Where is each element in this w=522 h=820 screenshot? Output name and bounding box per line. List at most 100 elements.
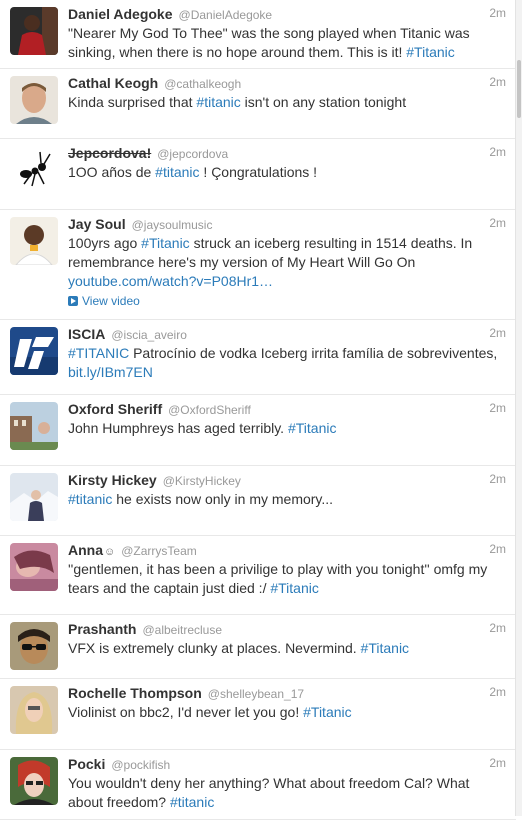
display-name[interactable]: Rochelle Thompson bbox=[68, 685, 202, 701]
tweet[interactable]: Pocki @pockifish 2m You wouldn't deny her… bbox=[0, 750, 516, 820]
view-video-label: View video bbox=[82, 294, 140, 308]
tweet-text: Kinda surprised that #titanic isn't on a… bbox=[68, 93, 506, 112]
hashtag-link[interactable]: #titanic bbox=[68, 491, 112, 507]
url-link[interactable]: bit.ly/IBm7EN bbox=[68, 364, 153, 380]
hashtag-link[interactable]: #TITANIC bbox=[68, 345, 129, 361]
tweet-text: Violinist on bbc2, I'd never let you go!… bbox=[68, 703, 506, 722]
avatar[interactable] bbox=[10, 543, 58, 591]
text-segment: You wouldn't deny her anything? What abo… bbox=[68, 775, 470, 810]
avatar-photo-icon bbox=[10, 757, 58, 805]
scrollbar[interactable] bbox=[515, 0, 522, 816]
url-link[interactable]: youtube.com/watch?v=P08Hr1… bbox=[68, 273, 273, 289]
tweet-text: John Humphreys has aged terribly. #Titan… bbox=[68, 419, 506, 438]
handle[interactable]: @cathalkeogh bbox=[164, 77, 241, 91]
scrollbar-thumb[interactable] bbox=[517, 60, 521, 118]
text-segment: John Humphreys has aged terribly. bbox=[68, 420, 288, 436]
timestamp[interactable]: 2m bbox=[489, 685, 506, 699]
avatar[interactable] bbox=[10, 622, 58, 670]
display-name[interactable]: Oxford Sheriff bbox=[68, 401, 162, 417]
handle[interactable]: @ZarrysTeam bbox=[121, 544, 197, 558]
timeline: Daniel Adegoke @DanielAdegoke 2m "Nearer … bbox=[0, 0, 516, 820]
handle[interactable]: @OxfordSheriff bbox=[168, 403, 251, 417]
timestamp[interactable]: 2m bbox=[489, 756, 506, 770]
hashtag-link[interactable]: #Titanic bbox=[406, 44, 455, 60]
tweet[interactable]: Oxford Sheriff @OxfordSheriff 2m John Hum… bbox=[0, 395, 516, 466]
avatar-photo-icon bbox=[10, 402, 58, 450]
timestamp[interactable]: 2m bbox=[489, 326, 506, 340]
play-icon bbox=[68, 296, 78, 306]
display-name[interactable]: ISCIA bbox=[68, 326, 105, 342]
timestamp[interactable]: 2m bbox=[489, 472, 506, 486]
hashtag-link[interactable]: #Titanic bbox=[270, 580, 319, 596]
hashtag-link[interactable]: #Titanic bbox=[303, 704, 352, 720]
display-name[interactable]: Kirsty Hickey bbox=[68, 472, 157, 488]
timestamp[interactable]: 2m bbox=[489, 6, 506, 20]
tweet[interactable]: Anna☺ @ZarrysTeam 2m ''gentlemen, it has … bbox=[0, 536, 516, 615]
display-name[interactable]: Jepcordova! bbox=[68, 145, 151, 161]
avatar[interactable] bbox=[10, 402, 58, 450]
timestamp[interactable]: 2m bbox=[489, 621, 506, 635]
iscia-logo-icon bbox=[10, 327, 58, 375]
tweet-text: 100yrs ago #Titanic struck an iceberg re… bbox=[68, 234, 506, 291]
avatar-photo-icon bbox=[10, 217, 58, 265]
smiley-icon: ☺ bbox=[104, 546, 116, 558]
handle[interactable]: @shelleybean_17 bbox=[208, 687, 304, 701]
handle[interactable]: @KirstyHickey bbox=[163, 474, 241, 488]
handle[interactable]: @pockifish bbox=[111, 758, 170, 772]
avatar-photo-icon bbox=[10, 7, 58, 55]
timestamp[interactable]: 2m bbox=[489, 401, 506, 415]
text-segment: Kinda surprised that bbox=[68, 94, 197, 110]
text-segment: 100yrs ago bbox=[68, 235, 142, 251]
timestamp[interactable]: 2m bbox=[489, 145, 506, 159]
tweet-text: VFX is extremely clunky at places. Never… bbox=[68, 639, 506, 658]
avatar-photo-icon bbox=[10, 543, 58, 591]
text-segment: VFX is extremely clunky at places. Never… bbox=[68, 640, 361, 656]
text-segment: ! Çongratulations ! bbox=[199, 164, 318, 180]
avatar-photo-icon bbox=[10, 76, 58, 124]
hashtag-link[interactable]: #Titanic bbox=[288, 420, 337, 436]
tweet[interactable]: Daniel Adegoke @DanielAdegoke 2m "Nearer … bbox=[0, 0, 516, 69]
display-name[interactable]: Cathal Keogh bbox=[68, 75, 158, 91]
avatar[interactable] bbox=[10, 217, 58, 265]
avatar[interactable] bbox=[10, 473, 58, 521]
handle[interactable]: @jepcordova bbox=[157, 147, 228, 161]
avatar[interactable] bbox=[10, 7, 58, 55]
hashtag-link[interactable]: #Titanic bbox=[361, 640, 410, 656]
avatar[interactable] bbox=[10, 327, 58, 375]
handle[interactable]: @iscia_aveiro bbox=[111, 328, 187, 342]
tweet-text: #titanic he exists now only in my memory… bbox=[68, 490, 506, 509]
timestamp[interactable]: 2m bbox=[489, 216, 506, 230]
handle[interactable]: @albeitrecluse bbox=[142, 623, 222, 637]
tweet[interactable]: Cathal Keogh @cathalkeogh 2m Kinda surpri… bbox=[0, 69, 516, 139]
hashtag-link[interactable]: #titanic bbox=[170, 794, 214, 810]
handle[interactable]: @DanielAdegoke bbox=[179, 8, 273, 22]
avatar[interactable] bbox=[10, 757, 58, 805]
tweet[interactable]: Rochelle Thompson @shelleybean_17 2m Viol… bbox=[0, 679, 516, 750]
ant-icon bbox=[10, 146, 58, 194]
display-name[interactable]: Prashanth bbox=[68, 621, 136, 637]
avatar-photo-icon bbox=[10, 686, 58, 734]
tweet[interactable]: ISCIA @iscia_aveiro 2m #TITANIC Patrocíni… bbox=[0, 320, 516, 395]
display-name[interactable]: Anna bbox=[68, 542, 103, 558]
tweet-text: You wouldn't deny her anything? What abo… bbox=[68, 774, 506, 812]
tweet[interactable]: Jay Soul @jaysoulmusic 2m 100yrs ago #Tit… bbox=[0, 210, 516, 320]
tweet[interactable]: Prashanth @albeitrecluse 2m VFX is extrem… bbox=[0, 615, 516, 679]
avatar[interactable] bbox=[10, 686, 58, 734]
hashtag-link[interactable]: #titanic bbox=[196, 94, 240, 110]
timestamp[interactable]: 2m bbox=[489, 542, 506, 556]
display-name[interactable]: Jay Soul bbox=[68, 216, 126, 232]
handle[interactable]: @jaysoulmusic bbox=[132, 218, 213, 232]
display-name[interactable]: Pocki bbox=[68, 756, 105, 772]
avatar[interactable] bbox=[10, 76, 58, 124]
hashtag-link[interactable]: #Titanic bbox=[141, 235, 190, 251]
hashtag-link[interactable]: #titanic bbox=[155, 164, 199, 180]
avatar-photo-icon bbox=[10, 622, 58, 670]
text-segment: he exists now only in my memory... bbox=[112, 491, 334, 507]
view-video-link[interactable]: View video bbox=[68, 293, 506, 309]
display-name[interactable]: Daniel Adegoke bbox=[68, 6, 173, 22]
tweet[interactable]: Jepcordova! @jepcordova 2m 1OO años de #t… bbox=[0, 139, 516, 210]
tweet[interactable]: Kirsty Hickey @KirstyHickey 2m #titanic h… bbox=[0, 466, 516, 536]
avatar[interactable] bbox=[10, 146, 58, 194]
text-segment: 1OO años de bbox=[68, 164, 156, 180]
timestamp[interactable]: 2m bbox=[489, 75, 506, 89]
